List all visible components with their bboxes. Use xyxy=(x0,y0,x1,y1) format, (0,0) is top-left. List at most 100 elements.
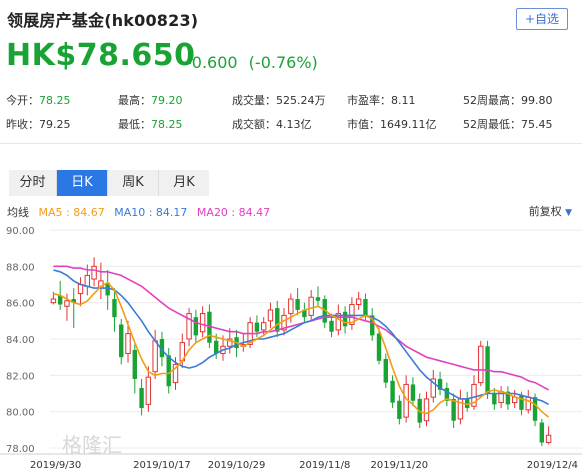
stat-label: 成交量： xyxy=(232,94,276,107)
candle-body xyxy=(91,265,97,280)
stat-value: 1649.11亿 xyxy=(380,118,437,131)
y-tick-label: 88.00 xyxy=(6,262,35,273)
stat-value: 78.25 xyxy=(151,118,183,131)
candle-body xyxy=(478,345,484,384)
tab-monthly-k[interactable]: 月K xyxy=(159,170,209,196)
candle-body xyxy=(267,309,274,322)
change-percent: (-0.76%) xyxy=(248,53,318,72)
price-adjust-dropdown[interactable]: 前复权 ▼ xyxy=(529,203,572,219)
chevron-down-icon: ▼ xyxy=(565,208,572,218)
stat-value: 75.45 xyxy=(521,118,553,131)
candle-body xyxy=(112,299,117,318)
candle-body xyxy=(451,398,456,421)
stat-row1-3: 市盈率：8.11 xyxy=(347,92,416,108)
price-change: -0.600 (-0.76%) xyxy=(186,53,318,72)
candle-body xyxy=(139,388,144,409)
x-tick-label: 2019/11/20 xyxy=(371,460,429,471)
stat-value: 78.25 xyxy=(39,94,71,107)
stat-value: 79.20 xyxy=(151,94,183,107)
candle-body xyxy=(390,380,395,403)
candle-body xyxy=(84,274,91,287)
divider xyxy=(0,143,582,144)
candle-body xyxy=(119,324,124,358)
stat-label: 52周最高： xyxy=(463,94,521,107)
ma-prefix: 均线 xyxy=(7,206,29,219)
page-title: 领展房产基金(hk00823) xyxy=(7,11,199,30)
candle-body xyxy=(166,355,171,387)
candle-body xyxy=(275,308,280,332)
stat-label: 昨收： xyxy=(6,118,39,131)
stat-row1-1: 最高：79.20 xyxy=(118,92,183,108)
stat-row1-0: 今开：78.25 xyxy=(6,92,71,108)
candle-body xyxy=(77,284,84,295)
ma10-label: MA10 : 84.17 xyxy=(114,206,188,219)
stat-row2-2: 成交额：4.13亿 xyxy=(232,116,312,132)
candle-body xyxy=(213,340,219,354)
adjust-label: 前复权 xyxy=(528,205,562,218)
stat-value: 8.11 xyxy=(391,94,416,107)
stat-row1-4: 52周最高：99.80 xyxy=(463,92,553,108)
x-tick-label: 2019/9/30 xyxy=(30,460,81,471)
tab-fenshi[interactable]: 分时 xyxy=(9,170,57,196)
candle-body xyxy=(519,395,524,410)
candle-body xyxy=(376,333,382,361)
y-tick-label: 80.00 xyxy=(6,408,35,419)
x-tick-label: 2019/10/17 xyxy=(133,460,191,471)
ma5-label: MA5 : 84.67 xyxy=(38,206,105,219)
stat-row2-1: 最低：78.25 xyxy=(118,116,183,132)
kline-chart[interactable]: 90.00 88.00 86.00 84.00 82.00 80.00 78.00 格隆汇 20… xyxy=(0,222,582,472)
candle-body xyxy=(342,311,348,327)
y-tick-label: 78.00 xyxy=(6,444,35,455)
candle-body xyxy=(64,300,70,307)
stat-label: 今开： xyxy=(6,94,39,107)
candle-body xyxy=(363,299,368,316)
tab-label: 日K xyxy=(71,175,93,190)
x-tick-label: 2019/10/29 xyxy=(208,460,266,471)
x-tick-label: 2019/11/8 xyxy=(299,460,350,471)
stat-label: 最高： xyxy=(118,94,151,107)
stat-row2-4: 52周最低：75.45 xyxy=(463,116,553,132)
add-watchlist-button[interactable]: +自选 xyxy=(516,8,568,30)
candle-body xyxy=(383,358,389,383)
candle-body xyxy=(329,320,334,332)
candle-body xyxy=(254,322,260,332)
candle-body xyxy=(50,298,57,304)
tab-label: 周K xyxy=(122,175,144,190)
y-tick-label: 86.00 xyxy=(6,299,35,310)
stat-label: 最低： xyxy=(118,118,151,131)
candle-body xyxy=(145,376,152,405)
ma-legend: 均线 MA5 : 84.67 MA10 : 84.17 MA20 : 84.47 xyxy=(7,204,276,220)
ma20-label: MA20 : 84.47 xyxy=(196,206,271,219)
tab-label: 分时 xyxy=(19,175,46,190)
stat-row1-2: 成交量：525.24万 xyxy=(232,92,326,108)
y-tick-label: 84.00 xyxy=(6,335,35,346)
candle-body xyxy=(125,333,131,355)
candle-body xyxy=(152,340,158,373)
tab-daily-k[interactable]: 日K xyxy=(57,170,108,196)
y-tick-label: 82.00 xyxy=(6,371,35,382)
stat-value: 525.24万 xyxy=(276,94,326,107)
stat-value: 79.25 xyxy=(39,118,71,131)
candle-body xyxy=(423,398,430,422)
candle-body xyxy=(410,384,416,401)
candle-body xyxy=(295,299,300,310)
watermark-logo: 格隆汇 xyxy=(62,433,122,457)
stat-label: 市盈率： xyxy=(347,94,391,107)
candle-body xyxy=(315,297,321,301)
stat-value: 4.13亿 xyxy=(276,118,312,131)
stat-label: 市值： xyxy=(347,118,380,131)
current-price: HK$78.650 xyxy=(6,38,196,73)
candle-body xyxy=(525,396,531,411)
stat-value: 99.80 xyxy=(521,94,553,107)
candle-body xyxy=(132,349,138,379)
change-value: -0.600 xyxy=(186,53,238,72)
stat-label: 52周最低： xyxy=(463,118,521,131)
tab-weekly-k[interactable]: 周K xyxy=(108,170,159,196)
stat-row2-0: 昨收：79.25 xyxy=(6,116,71,132)
candle-body xyxy=(539,422,545,443)
candle-body xyxy=(193,317,199,336)
candle-body xyxy=(288,298,294,315)
candle-body xyxy=(397,400,402,419)
stat-row2-3: 市值：1649.11亿 xyxy=(347,116,437,132)
candle-body xyxy=(260,322,267,331)
